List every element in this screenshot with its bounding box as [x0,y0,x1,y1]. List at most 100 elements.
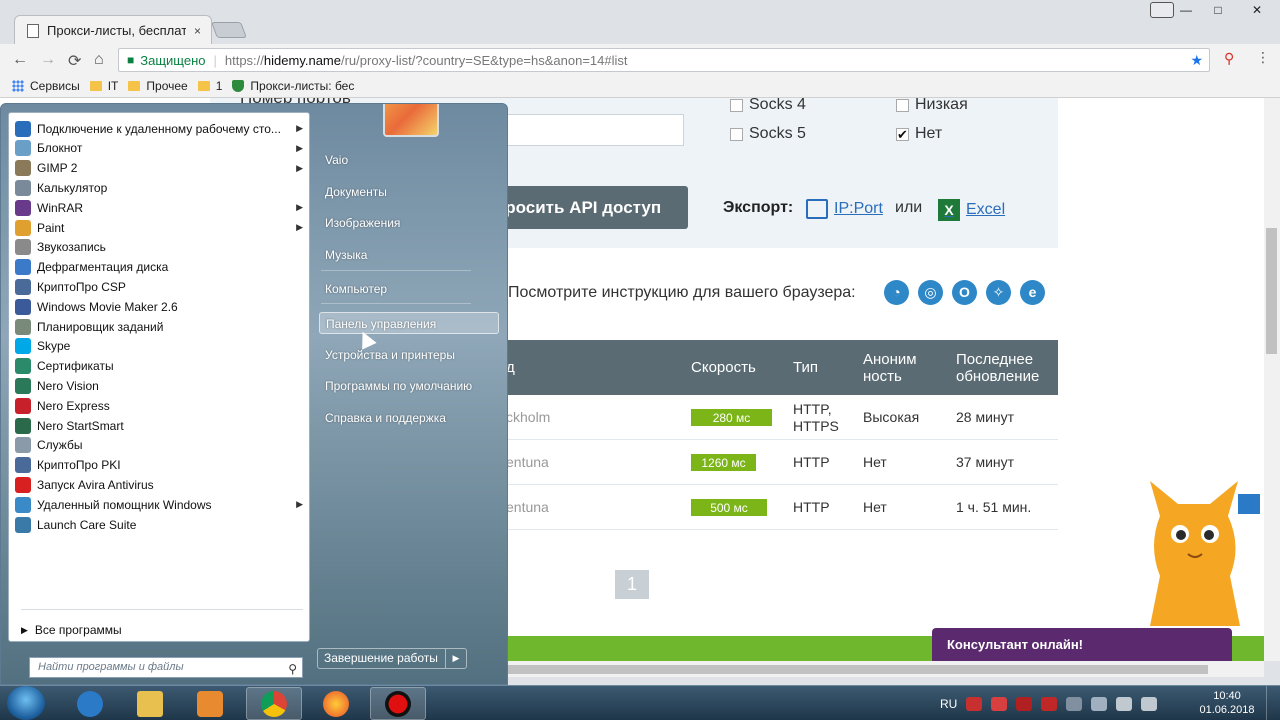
reload-icon[interactable]: ⟳ [68,51,81,71]
start-menu-program-item[interactable]: Службы [15,436,307,455]
bookmark-proxy[interactable]: Прокси-листы: бес [232,79,354,93]
start-menu-right-item[interactable]: Справка и поддержка [319,407,499,429]
back-arrow-icon[interactable]: ← [12,51,28,69]
tray-app-icon[interactable] [991,696,1008,711]
start-menu-program-item[interactable]: КриптоПро CSP [15,277,307,296]
start-menu-program-item[interactable]: Звукозапись [15,238,307,257]
anon-low-checkbox[interactable]: Низкая [896,98,968,114]
bookmark-apps[interactable]: Сервисы [12,79,80,93]
start-menu-program-item[interactable]: Nero Express [15,396,307,415]
horizontal-scroll-thumb[interactable] [508,665,1208,674]
pager-page-1[interactable]: 1 [615,570,649,599]
start-menu-right-item[interactable]: Панель управления [319,312,499,334]
tray-app-icon[interactable] [966,696,983,711]
start-menu-right-item[interactable]: Документы [319,181,499,203]
start-button[interactable] [7,686,45,720]
start-menu-program-item[interactable]: Nero StartSmart [15,416,307,435]
start-menu-program-item[interactable]: Калькулятор [15,178,307,197]
bookmark-star-icon[interactable]: ★ [1190,52,1203,69]
ports-input[interactable] [494,114,684,146]
opera-icon[interactable]: O [952,280,977,305]
consultant-online-button[interactable]: Консультант онлайн! [932,628,1232,661]
start-menu-program-item[interactable]: Skype [15,337,307,356]
bookmark-it[interactable]: IT [89,79,118,93]
start-menu-program-item[interactable]: Подключение к удаленному рабочему сто...… [15,119,307,138]
start-menu-program-item[interactable]: Удаленный помощник Windows ▶ [15,495,307,514]
start-menu-program-item[interactable]: Дефрагментация диска [15,258,307,277]
export-label: Экспорт: [723,199,794,216]
show-desktop-button[interactable] [1266,686,1280,720]
start-menu-right-item[interactable]: Vaio [319,149,499,171]
flag-icon[interactable] [1066,696,1083,711]
ie-icon[interactable]: e [1020,280,1045,305]
anon-no-checkbox[interactable]: ✔ Нет [896,125,942,143]
submenu-arrow-icon: ▶ [296,222,303,232]
shutdown-button[interactable]: Завершение работы ▶ [317,648,467,669]
start-search-input[interactable]: Найти программы и файлы ⚲ [29,657,303,678]
minimize-button[interactable]: — [1170,0,1202,20]
vertical-scroll-thumb[interactable] [1266,228,1277,354]
bluetooth-icon[interactable] [1091,696,1108,711]
start-menu-program-item[interactable]: Блокнот ▶ [15,139,307,158]
all-programs-button[interactable]: ▶ Все программы [21,623,122,637]
start-menu-program-item[interactable]: GIMP 2 ▶ [15,159,307,178]
start-menu-program-item[interactable]: КриптоПро PKI [15,456,307,475]
start-menu-program-item[interactable]: Windows Movie Maker 2.6 [15,297,307,316]
taskbar-chrome[interactable] [246,687,302,720]
speed-bar: 500 мс [691,499,767,516]
taskbar-media[interactable] [182,687,238,720]
volume-icon[interactable] [1141,696,1158,711]
tray-app-icon[interactable] [1041,696,1058,711]
page-favicon-icon [27,23,39,38]
address-bar[interactable]: ■ Защищено | https:// hidemy.name /ru/pr… [118,48,1210,72]
program-icon [15,358,31,375]
start-menu-right-item[interactable]: Устройства и принтеры [319,344,499,366]
tab-close-icon[interactable]: × [194,24,211,38]
socks4-checkbox[interactable]: Socks 4 [730,98,806,114]
browser-tab-active[interactable]: Прокси-листы, бесплатн × [14,15,212,45]
bookmark-1[interactable]: 1 [197,79,222,93]
cell-anonymity: Высокая [863,409,920,425]
language-indicator[interactable]: RU [940,697,957,711]
vertical-scrollbar[interactable] [1264,98,1280,661]
start-menu-program-item[interactable]: Launch Care Suite [15,515,307,534]
speed-bar: 1260 мс [691,454,756,471]
taskbar-recorder[interactable] [370,687,426,720]
extension-pin-icon[interactable]: ⚲ [1224,50,1234,67]
start-menu-right-item[interactable]: Компьютер [319,278,499,300]
start-menu-right-item[interactable]: Изображения [319,212,499,234]
close-window-button[interactable]: ✕ [1234,0,1280,20]
new-tab-button[interactable] [211,22,247,38]
taskbar-explorer[interactable] [122,687,178,720]
home-icon[interactable]: ⌂ [94,51,104,69]
speed-bar: 280 мс [691,409,772,426]
user-picture[interactable] [383,104,439,137]
firefox-icon[interactable]: ◔ [884,280,909,305]
maximize-button[interactable]: □ [1202,0,1234,20]
start-menu-program-item[interactable]: Nero Vision [15,376,307,395]
forward-arrow-icon[interactable]: → [40,51,56,69]
safari-icon[interactable]: ✧ [986,280,1011,305]
start-menu-program-item[interactable]: Планировщик заданий [15,317,307,336]
shutdown-options-arrow-icon[interactable]: ▶ [446,649,466,668]
start-menu-program-item[interactable]: Запуск Avira Antivirus [15,475,307,494]
menu-kebab-icon[interactable]: ⋮ [1256,49,1270,66]
browser-toolbar: ← → ⟳ ⌂ ■ Защищено | https:// hidemy.nam… [0,44,1280,74]
export-excel-link[interactable]: X Excel [938,199,1005,221]
taskbar-firefox[interactable] [308,687,364,720]
start-menu-right-item[interactable]: Музыка [319,244,499,266]
socks5-checkbox[interactable]: Socks 5 [730,125,806,143]
start-menu-program-item[interactable]: Сертификаты [15,357,307,376]
network-icon[interactable] [1116,696,1133,711]
bookmark-other[interactable]: Прочее [128,79,188,93]
program-icon [15,160,31,177]
chrome-icon[interactable]: ◎ [918,280,943,305]
start-menu-program-item[interactable]: WinRAR ▶ [15,198,307,217]
tray-clock[interactable]: 10:40 01.06.2018 [1196,689,1258,717]
start-menu-program-item[interactable]: Paint ▶ [15,218,307,237]
start-menu-right-item[interactable]: Программы по умолчанию [319,375,499,397]
tray-app-icon[interactable] [1016,696,1033,711]
cell-type: HTTP [793,454,830,470]
export-ipport-link[interactable]: IP:Port [806,199,883,219]
taskbar-ie[interactable] [62,687,118,720]
